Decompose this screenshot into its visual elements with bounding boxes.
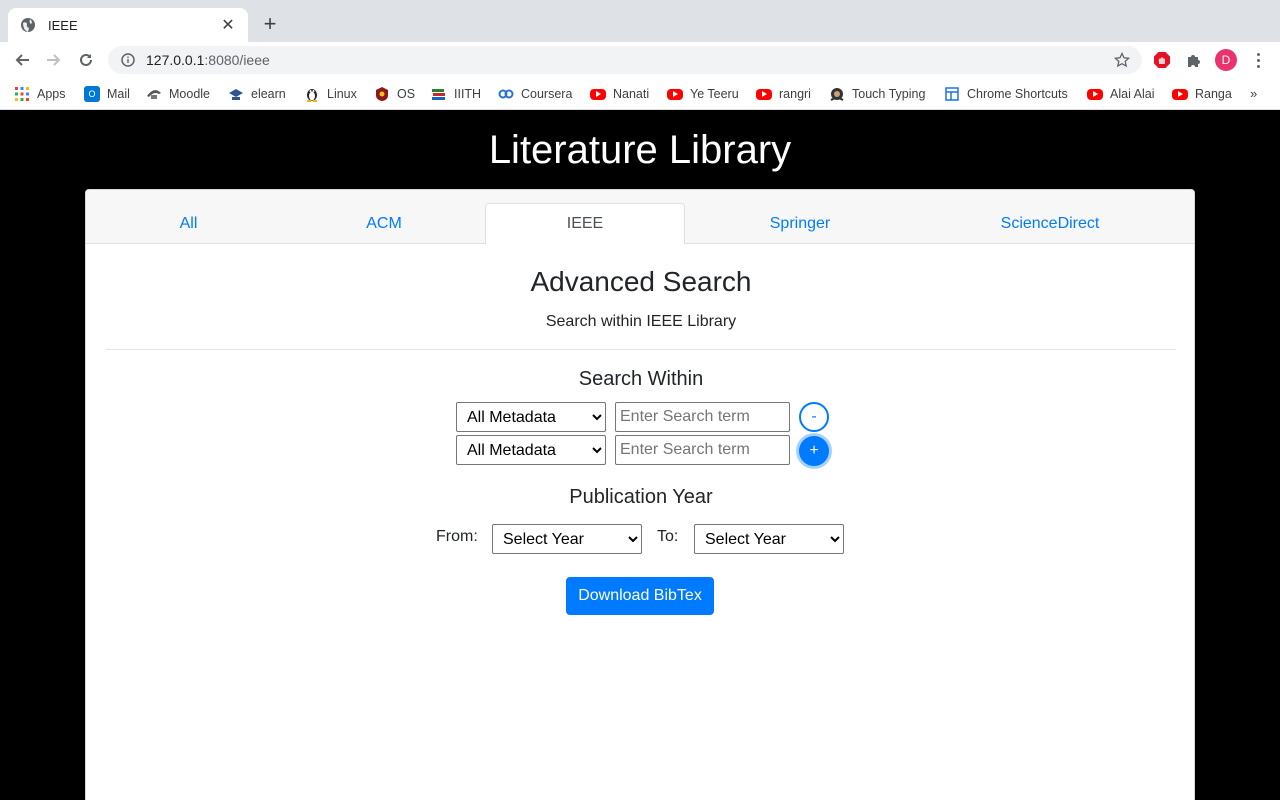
linux-icon (304, 86, 320, 102)
search-card: All ACM IEEE Springer ScienceDirect Adva… (85, 189, 1195, 800)
books-icon (431, 86, 447, 102)
site-info-icon[interactable] (120, 52, 136, 68)
from-label: From: (436, 528, 478, 545)
bookmark-touch-typing[interactable]: Touch Typing (829, 85, 925, 103)
bookmark-label: Mail (107, 87, 130, 101)
to-year-select[interactable]: Select Year (694, 524, 844, 554)
apps-grid-icon (14, 86, 30, 102)
youtube-icon (1172, 88, 1188, 100)
more-bookmarks-icon[interactable]: » (1250, 86, 1257, 101)
bookmark-nanati[interactable]: Nanati (590, 85, 649, 103)
url-text: 127.0.0.1:8080/ieee (146, 52, 1114, 68)
search-term-input-2[interactable] (615, 435, 790, 465)
os-icon (374, 86, 390, 102)
search-subtitle: Search within IEEE Library (545, 313, 737, 330)
reload-icon[interactable] (74, 48, 98, 72)
advanced-search-heading: Advanced Search (530, 266, 752, 297)
bookmark-label: IIITH (454, 87, 482, 101)
library-tabs: All ACM IEEE Springer ScienceDirect (86, 190, 1194, 245)
bookmark-label: rangri (779, 87, 811, 101)
metadata-select-1[interactable]: All Metadata (456, 402, 606, 432)
bookmark-linux[interactable]: Linux (304, 85, 357, 103)
bookmark-ye-teeru[interactable]: Ye Teeru (667, 85, 739, 103)
bookmark-chrome-shortcuts[interactable]: Chrome Shortcuts (944, 85, 1068, 103)
browser-tab[interactable]: IEEE ✕ (8, 8, 248, 42)
bookmark-moodle[interactable]: Moodle (146, 85, 210, 103)
adblock-extension-icon[interactable] (1151, 49, 1173, 71)
back-icon[interactable] (10, 48, 34, 72)
bookmark-iiith[interactable]: IIITH (431, 85, 481, 103)
bookmark-label: Nanati (613, 87, 650, 101)
search-term-input-1[interactable] (615, 402, 790, 432)
extensions-puzzle-icon[interactable] (1183, 49, 1205, 71)
outlook-icon: O (84, 86, 100, 102)
bookmark-label: OS (397, 87, 416, 101)
youtube-icon (1087, 88, 1103, 100)
typing-icon (829, 86, 845, 102)
browser-menu-icon[interactable] (1250, 49, 1266, 71)
bookmark-label: Chrome Shortcuts (967, 87, 1068, 101)
bookmark-elearn[interactable]: elearn (228, 85, 286, 103)
bookmark-os[interactable]: OS (374, 85, 415, 103)
divider (106, 349, 1176, 350)
tab-close-icon[interactable]: ✕ (220, 15, 236, 35)
bookmark-label: Linux (327, 87, 357, 101)
page-title: Literature Library (488, 128, 792, 172)
add-row-button[interactable]: + (799, 436, 829, 466)
bookmark-label: elearn (251, 87, 286, 101)
bookmarks-bar: Apps O Mail Moodle elearn Linux OS IIITH (0, 78, 1280, 110)
download-bibtex-button[interactable]: Download BibTex (566, 577, 714, 615)
bookmark-label: Ye Teeru (690, 87, 739, 101)
tab-springer[interactable]: Springer (700, 203, 900, 245)
from-year-select[interactable]: Select Year (492, 524, 642, 554)
bookmark-apps[interactable]: Apps (14, 85, 66, 103)
bookmark-label: Ranga (1195, 87, 1232, 101)
bookmark-label: Coursera (521, 87, 573, 101)
page-icon (944, 86, 960, 102)
bookmark-coursera[interactable]: Coursera (498, 85, 572, 103)
youtube-icon (756, 88, 772, 100)
tab-all[interactable]: All (86, 203, 291, 245)
metadata-select-2[interactable]: All Metadata (456, 435, 606, 465)
url-path: :8080/ieee (204, 52, 270, 68)
new-tab-icon[interactable]: + (258, 12, 282, 36)
bookmark-star-icon[interactable] (1114, 52, 1130, 68)
bookmark-label: Moodle (169, 87, 210, 101)
browser-toolbar: 127.0.0.1:8080/ieee D (0, 42, 1280, 78)
profile-avatar[interactable]: D (1215, 49, 1237, 71)
browser-tabstrip: IEEE ✕ + (0, 0, 1280, 42)
publication-year-heading: Publication Year (569, 486, 713, 508)
url-host: 127.0.0.1 (146, 52, 205, 68)
tab-title: IEEE (48, 17, 78, 33)
tab-sciencedirect[interactable]: ScienceDirect (950, 203, 1150, 245)
elearn-icon (228, 86, 244, 102)
bookmark-label: Apps (37, 87, 66, 101)
bookmark-label: Touch Typing (852, 87, 926, 101)
forward-icon[interactable] (42, 48, 66, 72)
moodle-icon (146, 86, 162, 102)
bookmark-label: Alai Alai (1110, 87, 1155, 101)
youtube-icon (590, 88, 606, 100)
coursera-icon (498, 86, 514, 102)
remove-row-button[interactable]: - (799, 402, 829, 432)
youtube-icon (667, 88, 683, 100)
search-within-heading: Search Within (578, 368, 704, 390)
bookmark-ranga[interactable]: Ranga (1172, 85, 1232, 103)
address-bar[interactable]: 127.0.0.1:8080/ieee (108, 46, 1142, 74)
tab-ieee[interactable]: IEEE (485, 203, 685, 245)
bookmark-mail[interactable]: O Mail (84, 85, 130, 103)
bookmark-rangri[interactable]: rangri (756, 85, 811, 103)
to-label: To: (657, 528, 679, 545)
tab-acm[interactable]: ACM (284, 203, 484, 245)
globe-icon (20, 17, 36, 33)
bookmark-alai-alai[interactable]: Alai Alai (1087, 85, 1154, 103)
